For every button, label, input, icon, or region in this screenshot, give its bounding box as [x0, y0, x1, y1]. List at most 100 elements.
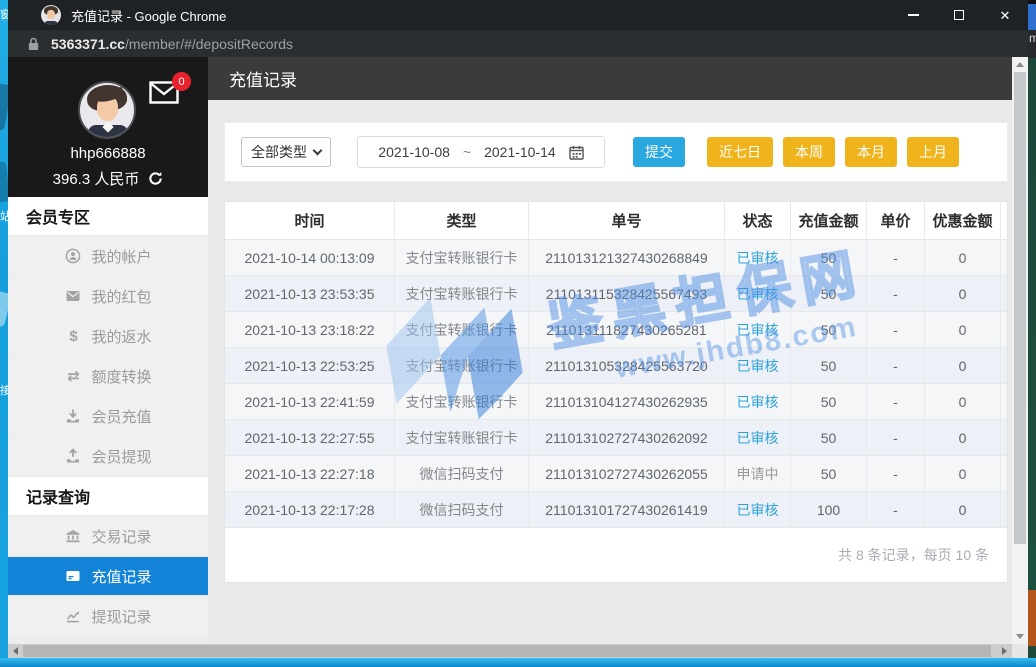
type-select-value: 全部类型	[251, 142, 307, 162]
table-row: 2021-10-13 23:53:35支付宝转账银行卡2110131153284…	[225, 276, 1007, 312]
cell-type: 微信扫码支付	[395, 456, 529, 491]
col-header-unit-price: 单价	[867, 202, 925, 240]
cell-discount: 0	[925, 312, 1001, 347]
cell-time: 2021-10-13 22:53:25	[225, 348, 395, 383]
cell-unit-price: -	[867, 420, 925, 455]
cell-order-no: 211013121327430268849	[529, 240, 725, 275]
scroll-left-arrow[interactable]	[13, 647, 18, 655]
quick-range-this-month-button[interactable]: 本月	[845, 137, 897, 167]
username: hhp666888	[8, 145, 208, 162]
withdraw-icon	[64, 448, 82, 464]
table-body: 2021-10-14 00:13:09支付宝转账银行卡2110131213274…	[225, 240, 1007, 528]
sidebar-item-label: 充值记录	[91, 566, 151, 587]
cell-unit-price: -	[867, 492, 925, 527]
cell-amount: 50	[791, 348, 867, 383]
date-from: 2021-10-08	[378, 144, 450, 160]
vertical-scroll-thumb[interactable]	[1014, 72, 1026, 544]
background-fragment: 窗	[0, 6, 8, 22]
table-footer: 共 8 条记录，每页 10 条	[225, 528, 1007, 582]
col-header-type: 类型	[395, 202, 529, 240]
col-header-clipped	[1001, 202, 1007, 240]
vertical-scrollbar[interactable]	[1012, 57, 1028, 644]
sidebar-item-red-packet[interactable]: 我的红包	[8, 277, 208, 315]
minimize-button[interactable]	[890, 0, 936, 30]
url-path: /member/#/depositRecords	[125, 36, 293, 52]
cell-unit-price: -	[867, 456, 925, 491]
cell-order-no: 211013115328425567493	[529, 276, 725, 311]
cell-status: 已审核	[725, 348, 791, 383]
cell-type: 微信扫码支付	[395, 492, 529, 527]
cell-status: 已审核	[725, 240, 791, 275]
cell-amount: 50	[791, 276, 867, 311]
cell-amount: 50	[791, 312, 867, 347]
sidebar-item-rebate[interactable]: $ 我的返水	[8, 317, 208, 355]
sidebar-item-quota-transfer[interactable]: ⇄ 额度转换	[8, 357, 208, 395]
title-bar: 充值记录 - Google Chrome ✕	[8, 0, 1028, 30]
section-header-records: 记录查询	[8, 477, 208, 515]
cell-amount: 50	[791, 240, 867, 275]
horizontal-scroll-thumb[interactable]	[23, 645, 991, 657]
cell-clipped	[1001, 348, 1007, 383]
sidebar-menu: 会员专区 我的帐户 我的红包 $ 我的返水 ⇄	[8, 197, 208, 658]
avatar[interactable]	[78, 81, 136, 139]
sidebar-item-withdraw[interactable]: 会员提现	[8, 437, 208, 475]
sidebar-item-my-account[interactable]: 我的帐户	[8, 237, 208, 275]
window-controls: ✕	[890, 0, 1028, 30]
scroll-down-arrow[interactable]	[1016, 634, 1024, 639]
background-fragment: 接	[0, 382, 8, 398]
bank-icon	[64, 528, 82, 544]
mail-icon[interactable]: 0	[149, 81, 179, 104]
card-icon	[64, 568, 82, 584]
cell-order-no: 211013102727430262055	[529, 456, 725, 491]
cell-type: 支付宝转账银行卡	[395, 420, 529, 455]
balance: 396.3 人民币	[53, 168, 140, 189]
quick-range-last7days-button[interactable]: 近七日	[707, 137, 773, 167]
maximize-button[interactable]	[936, 0, 982, 30]
cell-clipped	[1001, 420, 1007, 455]
quick-range-last-month-button[interactable]: 上月	[907, 137, 959, 167]
sidebar-item-deposit-records[interactable]: 充值记录	[8, 557, 208, 595]
table-row: 2021-10-13 22:41:59支付宝转账银行卡2110131041274…	[225, 384, 1007, 420]
submit-button[interactable]: 提交	[633, 137, 685, 167]
refresh-icon[interactable]	[148, 171, 163, 186]
page-title: 充值记录	[229, 66, 297, 91]
dollar-icon: $	[64, 328, 82, 345]
scroll-up-arrow[interactable]	[1016, 62, 1024, 67]
cell-discount: 0	[925, 456, 1001, 491]
date-to: 2021-10-14	[484, 144, 556, 160]
scroll-right-arrow[interactable]	[1002, 647, 1007, 655]
background-window-left: 窗 站 接	[0, 0, 8, 667]
type-select[interactable]: 全部类型	[241, 137, 331, 167]
sidebar-item-deposit[interactable]: 会员充值	[8, 397, 208, 435]
table-row: 2021-10-13 22:27:55支付宝转账银行卡2110131027274…	[225, 420, 1007, 456]
cell-amount: 50	[791, 420, 867, 455]
sidebar-item-label: 会员充值	[91, 406, 151, 427]
site-favicon-icon	[41, 5, 61, 25]
cell-type: 支付宝转账银行卡	[395, 240, 529, 275]
cell-order-no: 211013111827430265281	[529, 312, 725, 347]
cell-discount: 0	[925, 384, 1001, 419]
close-button[interactable]: ✕	[982, 0, 1028, 30]
address-bar[interactable]: 5363371.cc/member/#/depositRecords	[8, 30, 1028, 57]
cell-status: 已审核	[725, 384, 791, 419]
cell-type: 支付宝转账银行卡	[395, 384, 529, 419]
sidebar-item-withdraw-records[interactable]: 提现记录	[8, 597, 208, 635]
cell-time: 2021-10-13 22:27:18	[225, 456, 395, 491]
quick-range-this-week-button[interactable]: 本周	[783, 137, 835, 167]
cell-amount: 50	[791, 456, 867, 491]
cell-type: 支付宝转账银行卡	[395, 312, 529, 347]
cell-unit-price: -	[867, 312, 925, 347]
cell-order-no: 211013101727430261419	[529, 492, 725, 527]
url-host: 5363371.cc	[51, 36, 125, 52]
sidebar-item-label: 我的红包	[91, 286, 151, 307]
date-range-input[interactable]: 2021-10-08 ~ 2021-10-14	[357, 136, 605, 168]
sidebar-item-transaction-records[interactable]: 交易记录	[8, 517, 208, 555]
cell-order-no: 211013102727430262092	[529, 420, 725, 455]
sidebar: 0 hhp666888 396.3 人民币 会员专区 我的帐户	[8, 57, 208, 658]
background-fragment: 站	[0, 208, 8, 224]
cell-unit-price: -	[867, 384, 925, 419]
cell-time: 2021-10-13 22:27:55	[225, 420, 395, 455]
table-row: 2021-10-13 22:53:25支付宝转账银行卡2110131053284…	[225, 348, 1007, 384]
cell-unit-price: -	[867, 240, 925, 275]
horizontal-scrollbar[interactable]	[8, 644, 1012, 658]
